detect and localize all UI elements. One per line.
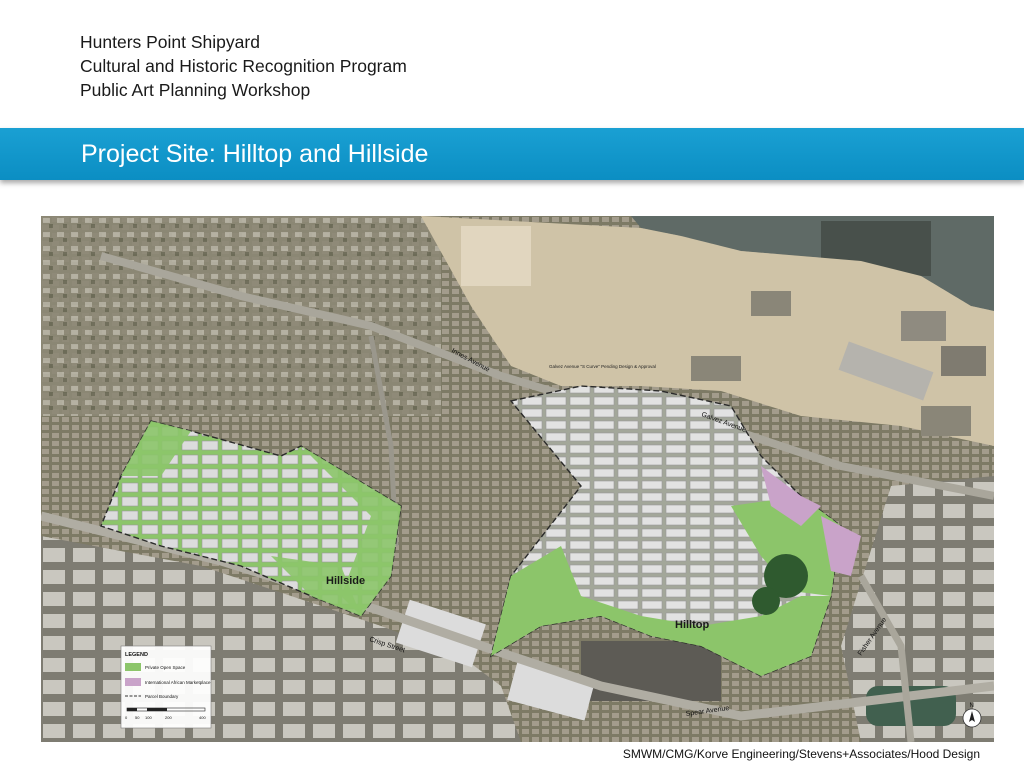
- slide-title: Project Site: Hilltop and Hillside: [81, 140, 429, 168]
- legend-swatch-marketplace: [125, 678, 141, 686]
- image-credit: SMWM/CMG/Korve Engineering/Stevens+Assoc…: [622, 747, 980, 761]
- site-map: Hillside Hilltop Innes Avenue Galvez Ave…: [41, 216, 994, 742]
- legend-item-open-space: Private Open Space: [145, 665, 186, 670]
- tree-grove: [752, 587, 780, 615]
- header-line-1: Hunters Point Shipyard: [80, 32, 260, 52]
- legend-swatch-open-space: [125, 663, 141, 671]
- scale-tick: 200: [165, 715, 172, 720]
- shipyard-building: [901, 311, 946, 341]
- scale-bar-segment: [147, 708, 167, 711]
- map-legend: LEGEND Private Open Space International …: [120, 645, 212, 729]
- north-label: N: [970, 703, 974, 709]
- legend-item-marketplace: International African Marketplace: [145, 680, 211, 685]
- sand-pile: [461, 226, 531, 286]
- workshop-header: Hunters Point Shipyard Cultural and Hist…: [80, 30, 407, 102]
- title-band: Project Site: Hilltop and Hillside: [0, 128, 1024, 180]
- hillside-label: Hillside: [326, 575, 365, 587]
- scale-tick: 50: [135, 715, 140, 720]
- header-line-2: Cultural and Historic Recognition Progra…: [80, 56, 407, 76]
- scale-tick: 100: [145, 715, 152, 720]
- shipyard-building: [751, 291, 791, 316]
- aerial-map-svg: Hillside Hilltop Innes Avenue Galvez Ave…: [41, 216, 994, 742]
- shipyard-building: [691, 356, 741, 381]
- scale-bar-segment: [127, 708, 137, 711]
- legend-item-boundary: Parcel Boundary: [145, 694, 179, 699]
- legend-title: LEGEND: [125, 652, 148, 658]
- shipyard-building: [941, 346, 986, 376]
- warehouse: [581, 641, 721, 701]
- shipyard-building: [921, 406, 971, 436]
- hilltop-label: Hilltop: [675, 619, 709, 631]
- header-line-3: Public Art Planning Workshop: [80, 80, 311, 100]
- scale-tick: 400: [199, 715, 206, 720]
- s-curve-callout: Galvez Avenue "S Curve" Pending Design &…: [549, 364, 656, 369]
